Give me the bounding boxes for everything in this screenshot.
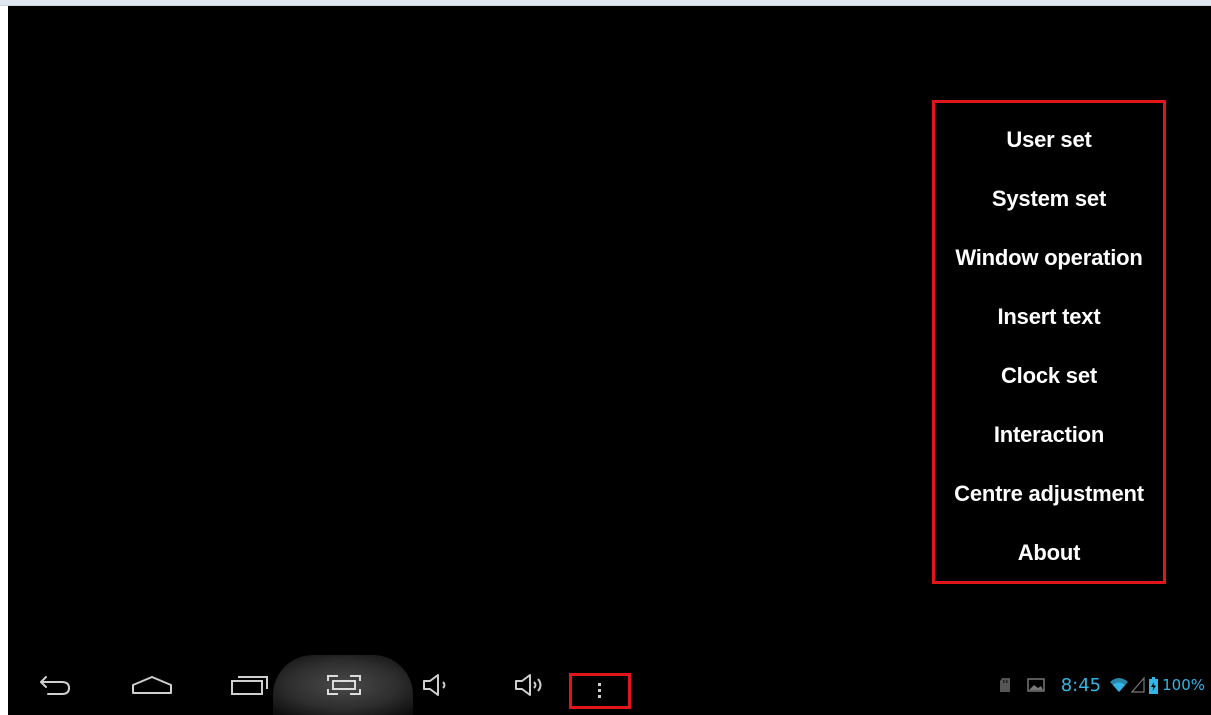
screen: User set System set Window operation Ins… [0,0,1211,715]
device-display: User set System set Window operation Ins… [8,6,1211,715]
clock: 8:45 [1060,674,1102,696]
menu-item-centre-adjustment[interactable]: Centre adjustment [935,474,1163,514]
menu-item-system-set[interactable]: System set [935,179,1163,219]
overflow-menu-icon [598,683,601,698]
status-area: 8:45 100% [999,655,1211,715]
screenshot-icon [327,675,361,695]
menu-item-about[interactable]: About [935,533,1163,573]
volume-down-button[interactable] [406,655,466,715]
volume-up-icon [515,674,542,696]
volume-up-button[interactable] [500,655,560,715]
signal-icon [1131,677,1145,693]
menu-item-interaction[interactable]: Interaction [935,415,1163,455]
overflow-menu-button[interactable] [569,673,631,709]
back-button[interactable] [26,655,86,715]
volume-down-icon [423,674,446,696]
menu-item-clock-set[interactable]: Clock set [935,356,1163,396]
recent-apps-icon [231,676,268,695]
battery-percentage: 100% [1162,676,1205,694]
screenshot-button[interactable] [314,655,374,715]
navigation-bar: 8:45 100% [8,655,1211,715]
recent-apps-button[interactable] [219,655,279,715]
options-menu: User set System set Window operation Ins… [932,100,1166,584]
gallery-icon [1026,678,1045,692]
home-icon [132,676,172,694]
menu-item-user-set[interactable]: User set [935,120,1163,160]
battery-icon [1149,676,1159,694]
menu-item-window-operation[interactable]: Window operation [935,238,1163,278]
sd-card-icon [999,678,1010,692]
menu-item-insert-text[interactable]: Insert text [935,297,1163,337]
home-button[interactable] [122,655,182,715]
wifi-icon [1110,678,1129,692]
back-icon [40,676,71,695]
